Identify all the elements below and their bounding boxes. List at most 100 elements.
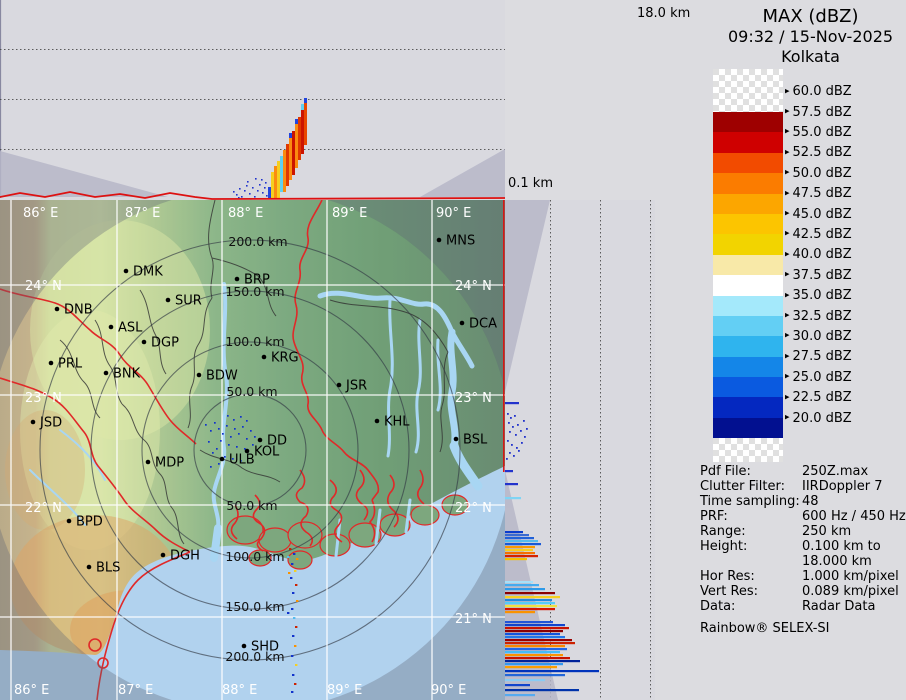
info-value: 1.000 km/pixel xyxy=(802,569,906,584)
city-label-DGP: DGP xyxy=(151,336,179,351)
scale-tick-arrow-icon: ▸ xyxy=(785,107,790,117)
city-label-MNS: MNS xyxy=(446,234,475,249)
longitude-label-bottom: 86° E xyxy=(14,683,49,698)
scale-swatch xyxy=(713,153,783,173)
scale-swatch xyxy=(713,255,783,275)
info-label: Pdf File: xyxy=(700,464,802,479)
scale-swatch xyxy=(713,296,783,316)
scale-swatch xyxy=(713,275,783,295)
longitude-label-top: 86° E xyxy=(23,206,58,221)
city-label-BPD: BPD xyxy=(76,515,103,530)
top-cross-section-panel xyxy=(0,0,505,200)
city-label-SUR: SUR xyxy=(175,294,202,309)
scale-tick-arrow-icon: ▸ xyxy=(785,188,790,198)
scale-label: ▸60.0 dBZ xyxy=(785,84,852,100)
longitude-label-bottom: 88° E xyxy=(222,683,257,698)
longitude-label-bottom: 90° E xyxy=(431,683,466,698)
scale-tick-arrow-icon: ▸ xyxy=(785,147,790,157)
scale-tick-arrow-icon: ▸ xyxy=(785,209,790,219)
scale-tick-arrow-icon: ▸ xyxy=(785,372,790,382)
scale-swatch xyxy=(713,357,783,377)
range-ring-label: 150.0 km xyxy=(225,284,284,299)
info-value: 0.100 km to xyxy=(802,539,906,554)
axis-bottom-height-label: 0.1 km xyxy=(508,176,553,191)
scale-swatch xyxy=(713,112,783,132)
city-label-MDP: MDP xyxy=(155,456,184,471)
scale-label: ▸25.0 dBZ xyxy=(785,369,852,385)
scale-label: ▸47.5 dBZ xyxy=(785,186,852,202)
city-dot-PRL xyxy=(49,361,54,366)
city-dot-SHD xyxy=(242,644,247,649)
scale-swatch xyxy=(713,173,783,193)
scale-swatch xyxy=(713,132,783,152)
scale-swatch xyxy=(713,234,783,254)
latitude-label-left: 23° N xyxy=(25,391,62,406)
info-value: IIRDoppler 7 xyxy=(802,479,906,494)
scale-no-data-swatch-top xyxy=(713,69,783,112)
city-dot-DGH xyxy=(161,553,166,558)
info-row: Height:0.100 km to xyxy=(700,539,906,554)
city-dot-DNB xyxy=(55,307,60,312)
city-dot-MNS xyxy=(437,238,442,243)
city-dot-ASL xyxy=(109,325,114,330)
city-label-ASL: ASL xyxy=(118,321,143,336)
city-dot-BDW xyxy=(197,373,202,378)
city-label-BDW: BDW xyxy=(206,369,238,384)
city-dot-DD xyxy=(258,438,263,443)
city-label-PRL: PRL xyxy=(58,357,83,372)
scale-label: ▸55.0 dBZ xyxy=(785,124,852,140)
scale-tick-arrow-icon: ▸ xyxy=(785,229,790,239)
range-ring-label: 100.0 km xyxy=(225,549,284,564)
range-ring-label: 100.0 km xyxy=(225,334,284,349)
longitude-label-bottom: 87° E xyxy=(118,683,153,698)
scale-label: ▸20.0 dBZ xyxy=(785,410,852,426)
info-label: Data: xyxy=(700,599,802,614)
scale-tick-arrow-icon: ▸ xyxy=(785,86,790,96)
longitude-label-top: 88° E xyxy=(228,206,263,221)
scale-swatch xyxy=(713,336,783,356)
city-label-JSR: JSR xyxy=(345,379,367,394)
city-label-JSD: JSD xyxy=(39,416,62,431)
scale-label: ▸45.0 dBZ xyxy=(785,206,852,222)
info-label: Height: xyxy=(700,539,802,554)
city-label-DGH: DGH xyxy=(170,549,200,564)
longitude-label-top: 87° E xyxy=(125,206,160,221)
scale-label: ▸32.5 dBZ xyxy=(785,308,852,324)
software-name: Rainbow® SELEX-SI xyxy=(700,621,830,636)
latitude-label-right: 22° N xyxy=(455,501,492,516)
info-row: Pdf File:250Z.max xyxy=(700,464,906,479)
info-row: Hor Res:1.000 km/pixel xyxy=(700,569,906,584)
right-echo-bars xyxy=(505,402,599,696)
city-dot-BNK xyxy=(104,371,109,376)
scale-swatch xyxy=(713,418,783,438)
scale-label: ▸57.5 dBZ xyxy=(785,104,852,120)
city-dot-BSL xyxy=(454,437,459,442)
radar-map: DMKBRPSURMNSDNBASLDGPDCAPRLBNKKRGBDWJSRJ… xyxy=(0,200,505,700)
beam-blockage-wedges xyxy=(0,149,505,197)
city-label-DMK: DMK xyxy=(133,265,163,280)
city-dot-SUR xyxy=(166,298,171,303)
color-scale xyxy=(713,69,783,462)
info-label: Hor Res: xyxy=(700,569,802,584)
latitude-label-right: 21° N xyxy=(455,612,492,627)
radar-site-name: Kolkata xyxy=(715,47,906,67)
scale-tick-arrow-icon: ▸ xyxy=(785,270,790,280)
city-dot-DMK xyxy=(124,269,129,274)
scale-swatch xyxy=(713,194,783,214)
scale-tick-arrow-icon: ▸ xyxy=(785,311,790,321)
top-echo-columns xyxy=(233,98,307,200)
latitude-label-right: 23° N xyxy=(455,391,492,406)
scale-label: ▸22.5 dBZ xyxy=(785,390,852,406)
city-dot-KRG xyxy=(262,355,267,360)
scale-swatch xyxy=(713,316,783,336)
range-ring-label: 50.0 km xyxy=(226,498,277,513)
scale-tick-arrow-icon: ▸ xyxy=(785,249,790,259)
scale-no-data-swatch-bottom xyxy=(713,438,783,462)
scale-tick-arrow-icon: ▸ xyxy=(785,290,790,300)
city-label-BLS: BLS xyxy=(96,561,120,576)
info-row: 18.000 km xyxy=(700,554,906,569)
longitude-label-top: 89° E xyxy=(332,206,367,221)
city-label-DNB: DNB xyxy=(64,303,93,318)
scale-label: ▸37.5 dBZ xyxy=(785,267,852,283)
city-dot-DGP xyxy=(142,340,147,345)
